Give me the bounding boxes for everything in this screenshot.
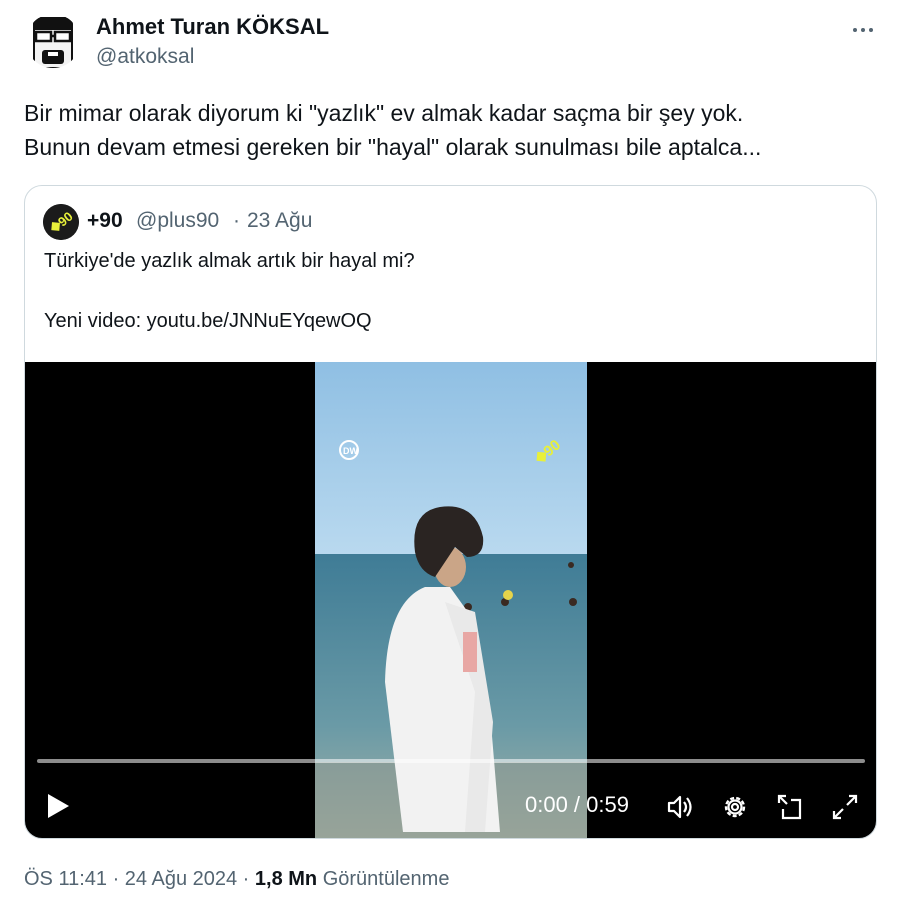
avatar-illustration	[26, 14, 80, 68]
tweet-timestamp[interactable]: ÖS 11:41 · 24 Ağu 2024 ·	[24, 868, 255, 890]
quote-separator: ·	[233, 209, 240, 232]
fullscreen-icon[interactable]	[830, 792, 860, 822]
plus90-logo-icon: 90	[43, 204, 79, 240]
quoted-tweet-card[interactable]: 90 +90 @plus90 · 23 Ağu Türkiye'de yazlı…	[24, 185, 877, 839]
quote-author-name[interactable]: +90	[87, 209, 123, 233]
tweet-line-1: Bir mimar olarak diyorum ki "yazlık" ev …	[24, 100, 744, 126]
tweet-meta: ÖS 11:41 · 24 Ağu 2024 · 1,8 Mn Görüntül…	[24, 868, 449, 891]
more-icon[interactable]	[846, 18, 880, 42]
beach-scene-image: DW 90	[315, 362, 587, 838]
dw-watermark: DW	[343, 446, 358, 456]
author-avatar[interactable]	[26, 14, 80, 68]
view-count: 1,8 Mn	[254, 868, 318, 890]
video-progress-bar[interactable]	[37, 759, 865, 763]
quote-date[interactable]: 23 Ağu	[247, 209, 312, 233]
quote-text-line-2: Yeni video: youtu.be/JNNuEYqewOQ	[44, 310, 372, 332]
video-player[interactable]: DW 90 0:00 / 0:59	[25, 362, 876, 838]
quote-text-line-1: Türkiye'de yazlık almak artık bir hayal …	[44, 250, 415, 272]
author-name[interactable]: Ahmet Turan KÖKSAL	[96, 14, 329, 40]
video-frame: DW 90	[315, 362, 587, 838]
settings-icon[interactable]	[720, 792, 750, 822]
video-time: 0:00 / 0:59	[525, 792, 629, 817]
dock-icon[interactable]	[775, 792, 805, 822]
volume-icon[interactable]	[665, 792, 695, 822]
tweet-line-2: Bunun devam etmesi gereken bir "hayal" o…	[24, 134, 762, 160]
author-handle[interactable]: @atkoksal	[96, 45, 194, 69]
view-label: Görüntülenme	[317, 868, 450, 890]
tweet-text: Bir mimar olarak diyorum ki "yazlık" ev …	[24, 96, 884, 164]
play-icon[interactable]	[45, 792, 71, 820]
quote-avatar[interactable]: 90	[43, 204, 79, 240]
quote-author-handle[interactable]: @plus90	[136, 209, 219, 233]
